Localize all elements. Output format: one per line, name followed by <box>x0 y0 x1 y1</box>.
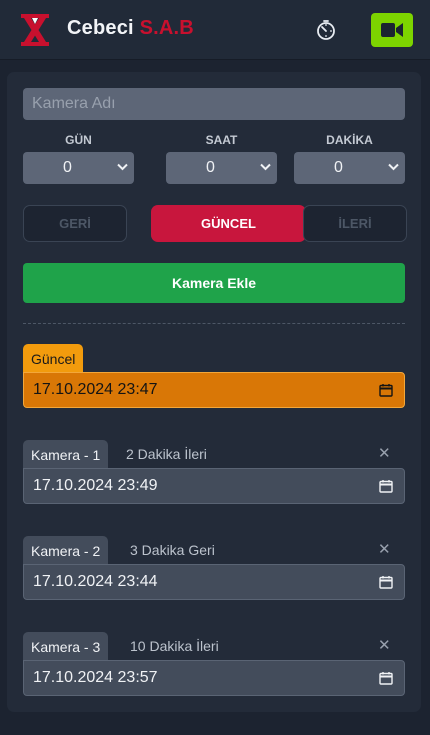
camera-datetime-input[interactable]: 17.10.2024 23:44 <box>23 564 405 600</box>
current-time-tab: Güncel <box>23 344 84 373</box>
brand-main: Cebeci <box>67 17 134 39</box>
camera-offset-label: 10 Dakika İleri <box>130 638 219 654</box>
minute-select-value: 0 <box>334 159 343 176</box>
brand-title: Cebeci S.A.B <box>67 17 194 40</box>
video-camera-icon <box>381 23 403 37</box>
divider <box>23 323 405 324</box>
camera-datetime-value: 17.10.2024 23:49 <box>33 477 158 494</box>
app-header: Cebeci S.A.B <box>0 0 430 60</box>
camera-name-tab: Kamera - 2 <box>23 536 109 565</box>
camera-button[interactable] <box>371 13 413 47</box>
camera-datetime-input[interactable]: 17.10.2024 23:49 <box>23 468 405 504</box>
brand-accent: S.A.B <box>139 17 194 39</box>
calendar-icon[interactable] <box>379 671 393 685</box>
minute-label: DAKİKA <box>326 133 373 147</box>
hourglass-x-icon <box>21 14 49 46</box>
calendar-icon[interactable] <box>379 575 393 589</box>
add-camera-button[interactable]: Kamera Ekle <box>23 263 405 303</box>
chevron-down-icon <box>388 163 399 171</box>
current-button[interactable]: GÜNCEL <box>151 205 306 242</box>
close-icon[interactable]: ✕ <box>378 444 391 462</box>
camera-datetime-input[interactable]: 17.10.2024 23:57 <box>23 660 405 696</box>
current-datetime-input[interactable]: 17.10.2024 23:47 <box>23 372 405 408</box>
chevron-down-icon <box>117 163 128 171</box>
camera-offset-label: 2 Dakika İleri <box>126 446 207 462</box>
calendar-icon[interactable] <box>379 383 393 397</box>
back-button[interactable]: GERİ <box>23 205 127 242</box>
minute-select[interactable]: 0 <box>294 152 405 184</box>
close-icon[interactable]: ✕ <box>378 540 391 558</box>
close-icon[interactable]: ✕ <box>378 636 391 654</box>
hour-select[interactable]: 0 <box>166 152 277 184</box>
camera-datetime-value: 17.10.2024 23:57 <box>33 669 158 686</box>
camera-offset-label: 3 Dakika Geri <box>130 542 215 558</box>
day-select[interactable]: 0 <box>23 152 134 184</box>
camera-name-tab: Kamera - 3 <box>23 632 109 661</box>
hour-select-value: 0 <box>206 159 215 176</box>
camera-name-tab: Kamera - 1 <box>23 440 109 469</box>
camera-name-input[interactable] <box>23 88 405 120</box>
day-label: GÜN <box>65 133 92 147</box>
forward-button[interactable]: İLERİ <box>303 205 407 242</box>
camera-panel: GÜN SAAT DAKİKA 0 0 0 GERİ GÜNCEL İLERİ … <box>7 72 421 712</box>
hour-label: SAAT <box>205 133 238 147</box>
calendar-icon[interactable] <box>379 479 393 493</box>
timer-icon[interactable] <box>314 18 338 42</box>
current-datetime-value: 17.10.2024 23:47 <box>33 381 158 398</box>
chevron-down-icon <box>260 163 271 171</box>
day-select-value: 0 <box>63 159 72 176</box>
camera-datetime-value: 17.10.2024 23:44 <box>33 573 158 590</box>
